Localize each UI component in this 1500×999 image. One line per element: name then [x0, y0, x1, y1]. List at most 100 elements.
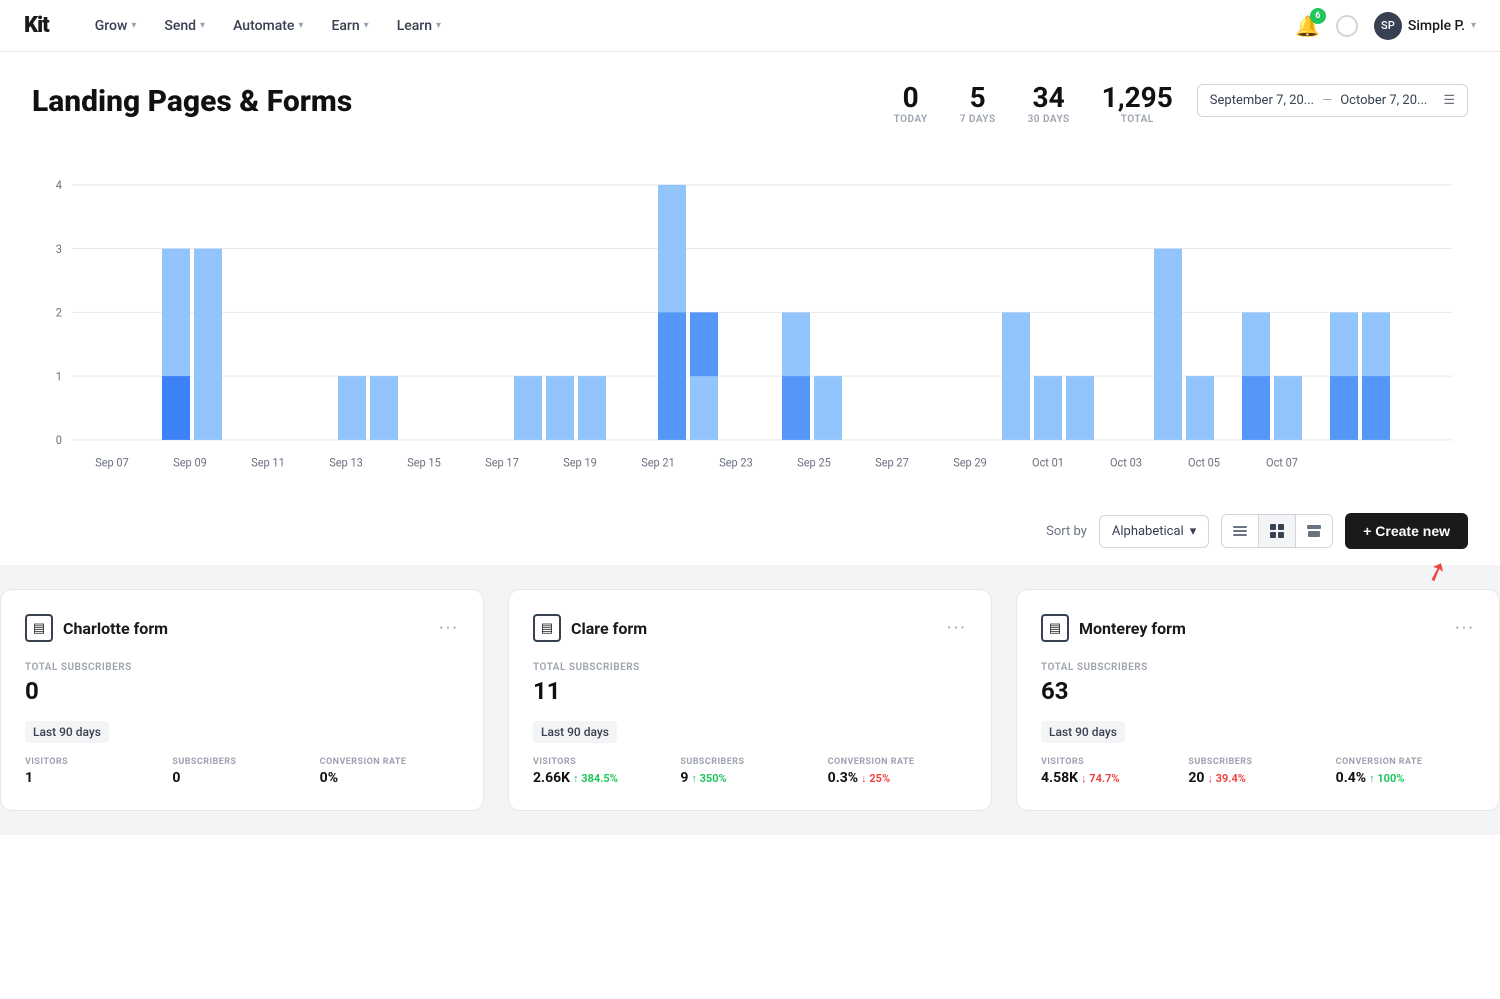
nav-items: Grow ▾ Send ▾ Automate ▾ Earn ▾ Learn ▾: [81, 0, 455, 52]
date-range-picker[interactable]: September 7, 20... — October 7, 20... ☰: [1197, 84, 1468, 117]
cards-section: ▤ Charlotte form ··· TOTAL SUBSCRIBERS 0…: [0, 565, 1500, 835]
stat-total: 1,295 TOTAL: [1102, 84, 1173, 125]
metric-conversion: CONVERSION RATE 0%: [320, 757, 459, 786]
card-title: Monterey form: [1079, 619, 1445, 638]
card-monterey-form: ▤ Monterey form ··· TOTAL SUBSCRIBERS 63…: [1016, 589, 1500, 811]
card-menu-button[interactable]: ···: [1455, 618, 1475, 639]
chevron-down-icon: ▾: [364, 20, 369, 31]
card-clare-form: ▤ Clare form ··· TOTAL SUBSCRIBERS 11 La…: [508, 589, 992, 811]
chevron-down-icon: ▾: [131, 20, 136, 31]
svg-text:Sep 15: Sep 15: [407, 455, 441, 469]
stat-30days: 34 30 DAYS: [1028, 84, 1070, 125]
grid-view-button[interactable]: [1259, 515, 1296, 547]
svg-text:Sep 23: Sep 23: [719, 455, 753, 469]
svg-text:Oct 01: Oct 01: [1032, 455, 1064, 469]
chevron-down-icon: ▾: [436, 20, 441, 31]
card-title: Charlotte form: [63, 619, 429, 638]
svg-text:0: 0: [56, 433, 62, 447]
trend-down-icon: ↓ 25%: [861, 772, 890, 785]
metric-conversion: CONVERSION RATE 0.4% ↑ 100%: [1336, 757, 1475, 786]
chevron-down-icon: ▾: [298, 20, 303, 31]
card-menu-button[interactable]: ···: [947, 618, 967, 639]
create-new-button[interactable]: + Create new: [1345, 513, 1468, 549]
toolbar: Sort by Alphabetical ▾: [32, 493, 1468, 565]
chevron-down-icon: ▾: [1471, 20, 1476, 31]
stat-today: 0 TODAY: [894, 84, 928, 125]
svg-text:Sep 27: Sep 27: [875, 455, 909, 469]
chevron-down-icon: ▾: [200, 20, 205, 31]
card-header: ▤ Clare form ···: [533, 614, 967, 642]
trend-up-icon: ↑ 350%: [691, 772, 726, 785]
menu-icon: ☰: [1443, 93, 1455, 108]
subscribers-chart: 0 1 2 3 4: [32, 153, 1468, 493]
card-metrics: VISITORS 2.66K ↑ 384.5% SUBSCRIBERS 9 ↑ …: [533, 757, 967, 786]
svg-text:3: 3: [56, 242, 62, 256]
metric-conversion: CONVERSION RATE 0.3% ↓ 25%: [828, 757, 967, 786]
form-icon: ▤: [1041, 614, 1069, 642]
metric-visitors: VISITORS 4.58K ↓ 74.7%: [1041, 757, 1180, 786]
svg-text:Sep 13: Sep 13: [329, 455, 363, 469]
trend-up-icon: ↑ 100%: [1369, 772, 1404, 785]
navbar: Kit Grow ▾ Send ▾ Automate ▾ Earn ▾ Lear…: [0, 0, 1500, 52]
nav-item-automate[interactable]: Automate ▾: [219, 0, 317, 52]
chart-container: 0 1 2 3 4: [32, 153, 1468, 493]
sort-dropdown[interactable]: Alphabetical ▾: [1099, 515, 1209, 548]
card-menu-button[interactable]: ···: [439, 618, 459, 639]
archive-icon: [1306, 523, 1322, 539]
sort-label: Sort by: [1046, 524, 1087, 539]
form-icon: ▤: [25, 614, 53, 642]
nav-right: 🔔 6 SP Simple P. ▾: [1295, 12, 1476, 40]
nav-item-earn[interactable]: Earn ▾: [317, 0, 382, 52]
card-header: ▤ Charlotte form ···: [25, 614, 459, 642]
trend-down-icon: ↓ 74.7%: [1081, 772, 1120, 785]
card-metrics: VISITORS 1 SUBSCRIBERS 0 CONVERSION RATE…: [25, 757, 459, 786]
svg-text:Sep 07: Sep 07: [95, 455, 129, 469]
nav-item-grow[interactable]: Grow ▾: [81, 0, 151, 52]
avatar: SP: [1374, 12, 1402, 40]
page-header: Landing Pages & Forms 0 TODAY 5 7 DAYS 3…: [32, 84, 1468, 125]
cards-grid: ▤ Charlotte form ··· TOTAL SUBSCRIBERS 0…: [0, 589, 1500, 811]
metric-visitors: VISITORS 2.66K ↑ 384.5%: [533, 757, 672, 786]
svg-text:1: 1: [56, 369, 62, 383]
logo[interactable]: Kit: [24, 13, 49, 38]
form-icon: ▤: [533, 614, 561, 642]
archive-view-button[interactable]: [1296, 515, 1332, 547]
svg-text:Oct 05: Oct 05: [1188, 455, 1220, 469]
chevron-down-icon: ▾: [1190, 524, 1197, 539]
list-icon: [1232, 523, 1248, 539]
create-new-wrapper: + Create new ➚: [1345, 513, 1468, 549]
main-content: Landing Pages & Forms 0 TODAY 5 7 DAYS 3…: [0, 52, 1500, 565]
stats-row: 0 TODAY 5 7 DAYS 34 30 DAYS 1,295 TOTAL: [894, 84, 1173, 125]
card-metrics: VISITORS 4.58K ↓ 74.7% SUBSCRIBERS 20 ↓ …: [1041, 757, 1475, 786]
card-title: Clare form: [571, 619, 937, 638]
svg-text:Sep 21: Sep 21: [641, 455, 675, 469]
nav-item-send[interactable]: Send ▾: [150, 0, 219, 52]
metric-visitors: VISITORS 1: [25, 757, 164, 786]
svg-text:Oct 07: Oct 07: [1266, 455, 1298, 469]
svg-text:2: 2: [56, 305, 62, 319]
bell-icon[interactable]: 🔔 6: [1295, 14, 1320, 38]
page-title: Landing Pages & Forms: [32, 84, 894, 119]
svg-text:Sep 17: Sep 17: [485, 455, 519, 469]
svg-text:Sep 09: Sep 09: [173, 455, 207, 469]
trend-down-icon: ↓ 39.4%: [1207, 772, 1246, 785]
svg-text:Sep 11: Sep 11: [251, 455, 285, 469]
notification-badge: 6: [1310, 8, 1326, 24]
metric-subscribers: SUBSCRIBERS 0: [172, 757, 311, 786]
svg-text:4: 4: [56, 178, 63, 192]
trend-up-icon: ↑ 384.5%: [573, 772, 618, 785]
card-header: ▤ Monterey form ···: [1041, 614, 1475, 642]
metric-subscribers: SUBSCRIBERS 20 ↓ 39.4%: [1188, 757, 1327, 786]
svg-text:Sep 29: Sep 29: [953, 455, 987, 469]
metric-subscribers: SUBSCRIBERS 9 ↑ 350%: [680, 757, 819, 786]
card-charlotte-form: ▤ Charlotte form ··· TOTAL SUBSCRIBERS 0…: [0, 589, 484, 811]
nav-item-learn[interactable]: Learn ▾: [383, 0, 455, 52]
view-toggle: [1221, 514, 1333, 548]
stat-7days: 5 7 DAYS: [960, 84, 996, 125]
status-circle: [1336, 15, 1358, 37]
grid-icon: [1269, 523, 1285, 539]
svg-text:Sep 25: Sep 25: [797, 455, 831, 469]
list-view-button[interactable]: [1222, 515, 1259, 547]
svg-text:Oct 03: Oct 03: [1110, 455, 1142, 469]
user-menu[interactable]: SP Simple P. ▾: [1374, 12, 1476, 40]
